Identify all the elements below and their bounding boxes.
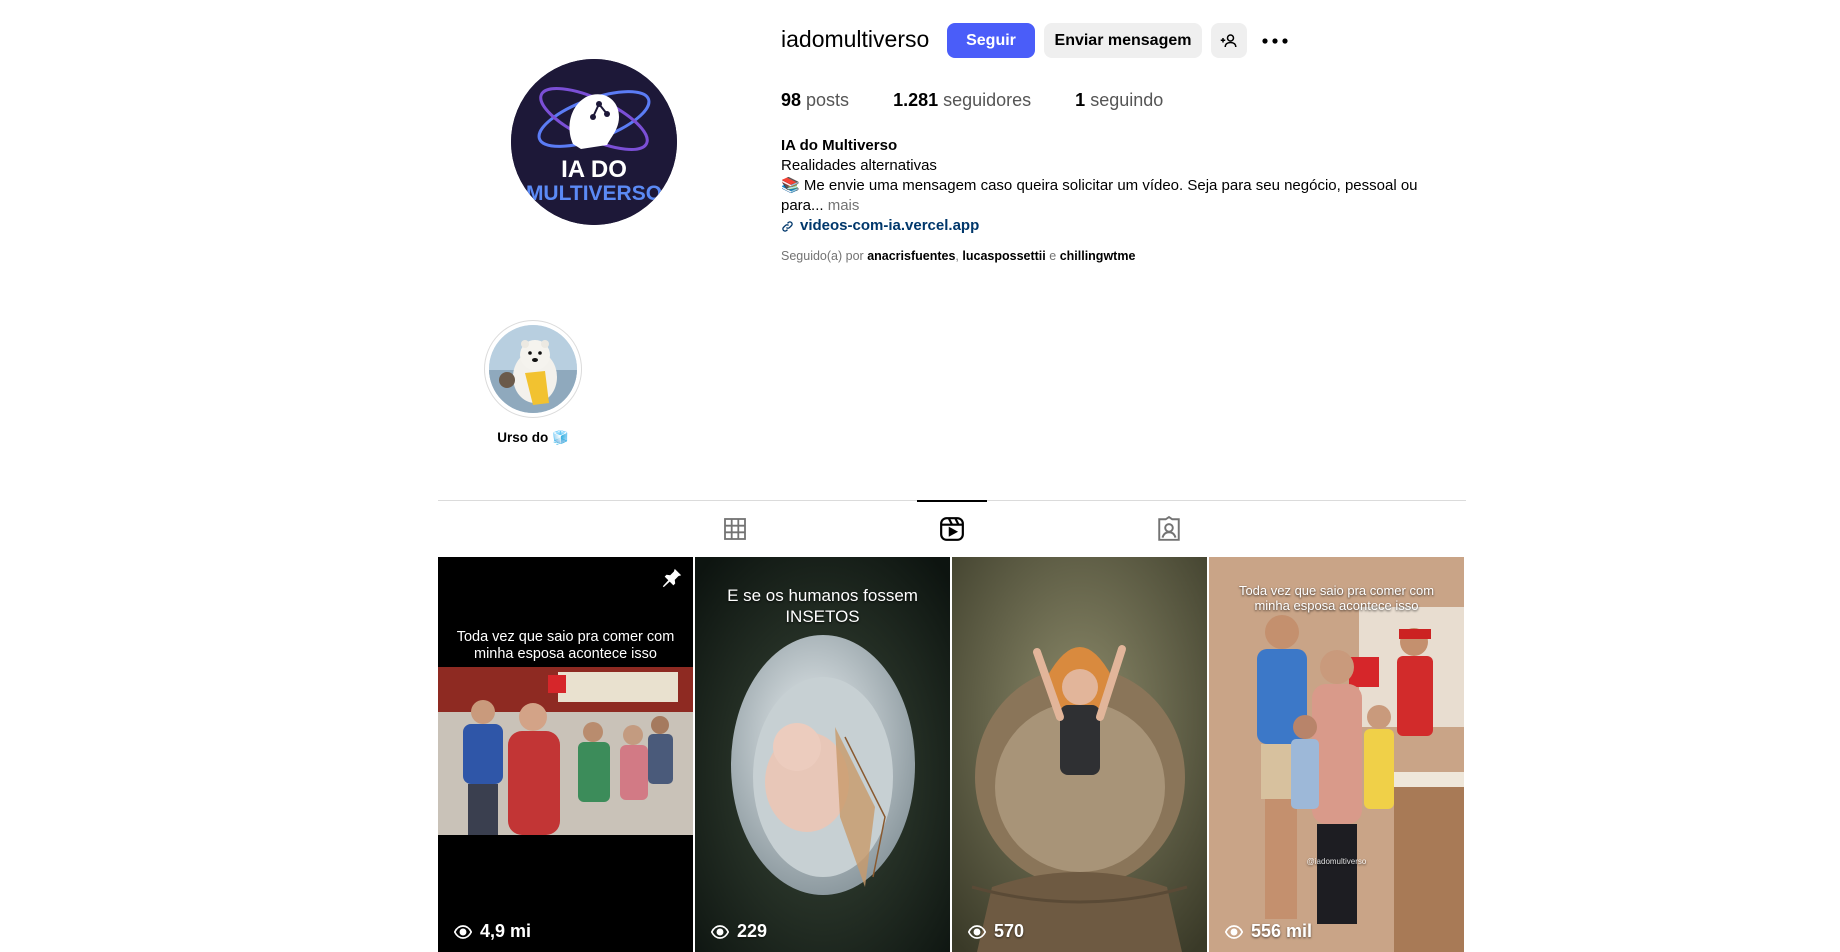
reel-thumbnail	[952, 557, 1207, 952]
bio-more-link[interactable]: mais	[828, 197, 860, 214]
posts-stat: 98 posts	[781, 90, 850, 110]
suggested-users-button[interactable]	[1211, 23, 1247, 58]
bio-line: Realidades alternativas	[781, 157, 937, 174]
reel-caption: Toda vez que saio pra comer com minha es…	[456, 629, 675, 662]
highlight-ring	[484, 320, 582, 418]
profile-username: iadomultiverso	[781, 26, 930, 52]
bio-line: 📚 Me envie uma mensagem caso queira soli…	[781, 177, 1418, 194]
story-highlight[interactable]: Urso do 🧊	[484, 320, 582, 446]
reel-views: 570	[968, 921, 1024, 942]
bio-line: para...	[781, 197, 824, 214]
reel-views: 4,9 mi	[454, 921, 531, 942]
reel-tile[interactable]: Toda vez que saio pra comer com minha es…	[438, 557, 693, 952]
profile-bio: IA do Multiverso Realidades alternativas…	[781, 136, 1441, 236]
reel-tile[interactable]: 570	[952, 557, 1207, 952]
tab-posts[interactable]	[700, 501, 770, 557]
profile-tabs	[438, 500, 1466, 556]
link-icon	[782, 220, 793, 232]
svg-text:MULTIVERSO: MULTIVERSO	[526, 182, 662, 205]
more-options-button[interactable]	[1257, 23, 1293, 58]
add-person-icon	[1220, 33, 1237, 47]
followed-by-text[interactable]: Seguido(a) por anacrisfuentes, lucasposs…	[781, 249, 1135, 263]
reels-icon	[940, 517, 964, 541]
reel-thumbnail	[1209, 557, 1464, 952]
ellipsis-icon	[1262, 37, 1288, 44]
pin-icon	[662, 568, 682, 588]
reel-tile[interactable]: Toda vez que saio pra comer com minha es…	[1209, 557, 1464, 952]
highlight-label: Urso do 🧊	[497, 430, 569, 445]
highlight-cover	[489, 325, 577, 413]
reels-grid: Toda vez que saio pra comer com minha es…	[438, 557, 1466, 952]
profile-avatar[interactable]: IA DO MULTIVERSO	[511, 59, 677, 225]
tab-tagged[interactable]	[1134, 501, 1204, 557]
eye-icon	[968, 924, 986, 939]
reel-tile[interactable]: E se os humanos fossem INSETOS 229	[695, 557, 950, 952]
reel-caption: Toda vez que saio pra comer com minha es…	[1238, 583, 1435, 613]
profile-full-name: IA do Multiverso	[781, 137, 898, 154]
svg-text:IA DO: IA DO	[561, 156, 627, 183]
reel-views: 229	[711, 921, 767, 942]
bio-website-link[interactable]: videos-com-ia.vercel.app	[781, 216, 1441, 236]
tagged-icon	[1158, 516, 1180, 541]
eye-icon	[1225, 924, 1243, 939]
send-message-button[interactable]: Enviar mensagem	[1044, 23, 1202, 58]
followers-stat[interactable]: 1.281 seguidores	[893, 90, 1031, 111]
tab-reels[interactable]	[917, 500, 987, 556]
eye-icon	[454, 924, 472, 939]
eye-icon	[711, 924, 729, 939]
reel-caption: E se os humanos fossem INSETOS	[727, 586, 918, 626]
profile-stats: 98 posts 1.281 seguidores 1 seguindo	[781, 90, 1207, 111]
following-stat[interactable]: 1 seguindo	[1075, 90, 1163, 111]
follow-button[interactable]: Seguir	[947, 23, 1035, 58]
reel-thumbnail	[438, 557, 693, 952]
grid-icon	[724, 518, 746, 540]
reel-watermark: @iadomultiverso	[1306, 857, 1367, 866]
reel-views: 556 mil	[1225, 921, 1312, 942]
